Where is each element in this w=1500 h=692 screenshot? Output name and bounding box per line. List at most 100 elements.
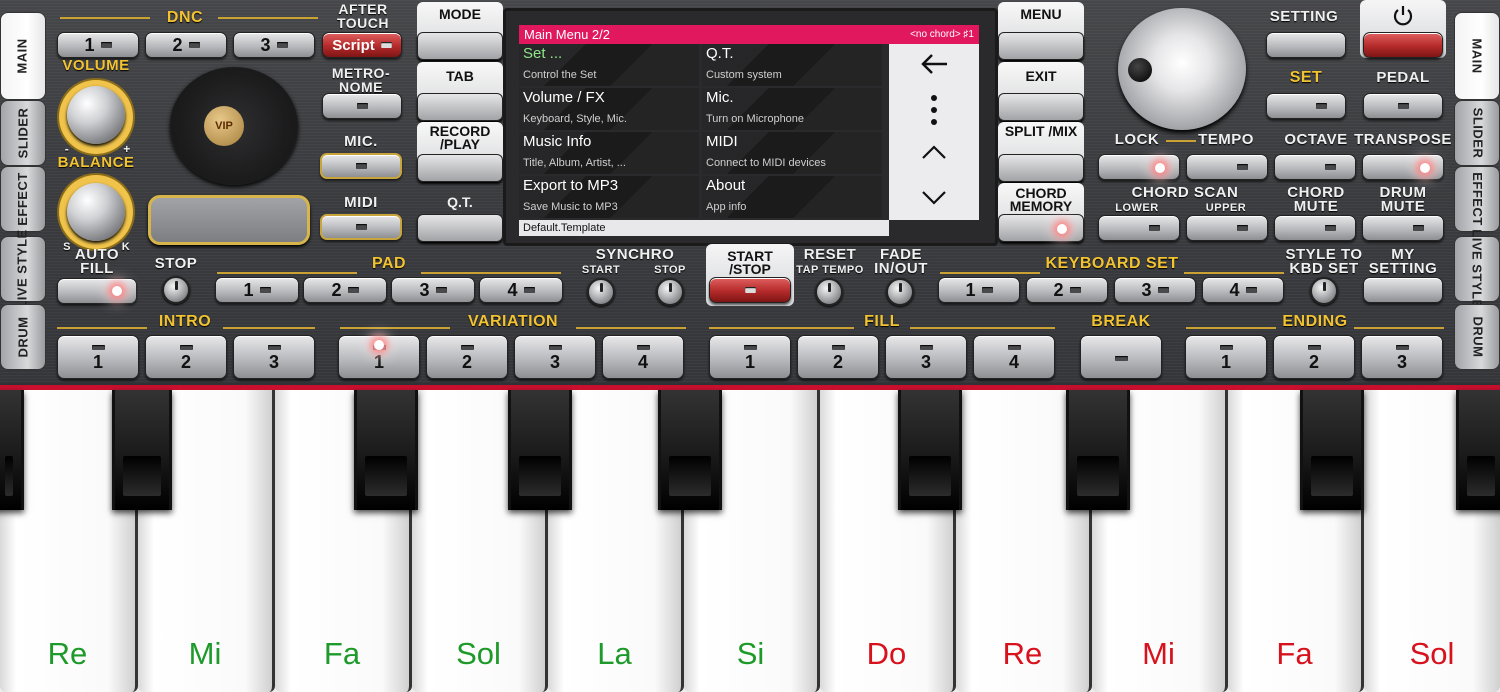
setting-label: SETTING — [1269, 8, 1339, 25]
tempo-button[interactable] — [1186, 154, 1268, 180]
power-button[interactable] — [1363, 32, 1443, 58]
menu-item-about[interactable]: About App info — [702, 176, 882, 218]
tab-live-style-right[interactable]: LIVE STYLE — [1454, 229, 1500, 309]
intro-3-button[interactable]: 3 — [233, 335, 315, 379]
indicator — [1315, 103, 1327, 109]
ending-1-button[interactable]: 1 — [1185, 335, 1267, 379]
menu-item-music-info[interactable]: Music Info Title, Album, Artist, ... — [519, 132, 699, 174]
qt-button[interactable] — [417, 214, 503, 242]
my-setting-button[interactable] — [1363, 277, 1443, 303]
led-glow — [1420, 163, 1430, 173]
piano-key-black[interactable] — [0, 390, 24, 510]
kbd-set-3-button[interactable]: 3 — [1114, 277, 1196, 303]
pedal-button[interactable] — [1363, 93, 1443, 119]
variation-4-button[interactable]: 4 — [602, 335, 684, 379]
tab-drum-left[interactable]: DRUM — [0, 304, 46, 370]
fill-4-button[interactable]: 4 — [973, 335, 1055, 379]
fill-2-button[interactable]: 2 — [797, 335, 879, 379]
dnc-1-button[interactable]: 1 — [57, 32, 139, 58]
tab-effect-left[interactable]: EFFECT — [0, 166, 46, 232]
menu-item-export-mp3[interactable]: Export to MP3 Save Music to MP3 — [519, 176, 699, 218]
tab-effect-right[interactable]: EFFECT — [1454, 166, 1500, 232]
piano-key-black[interactable] — [658, 390, 722, 510]
record-play-button[interactable] — [417, 154, 503, 182]
pad-3-button[interactable]: 3 — [391, 277, 475, 303]
piano-key-black[interactable] — [1456, 390, 1500, 510]
tab-slider-left[interactable]: SLIDER — [0, 100, 46, 166]
menu-item-volume-fx[interactable]: Volume / FX Keyboard, Style, Mic. — [519, 88, 699, 130]
fade-knob[interactable] — [886, 278, 914, 306]
tab-main-right[interactable]: MAIN — [1454, 12, 1500, 100]
piano-key-black[interactable] — [1300, 390, 1364, 510]
piano-key-black[interactable] — [1066, 390, 1130, 510]
break-button[interactable] — [1080, 335, 1162, 379]
synchro-start-knob[interactable] — [587, 278, 615, 306]
style-to-kbd-knob[interactable] — [1310, 277, 1338, 305]
chord-scan-upper-button[interactable] — [1186, 215, 1268, 241]
pad-1-button[interactable]: 1 — [215, 277, 299, 303]
transpose-button[interactable] — [1362, 154, 1444, 180]
ending-3-button[interactable]: 3 — [1361, 335, 1443, 379]
mic-button[interactable] — [320, 153, 402, 179]
tab-button[interactable] — [417, 93, 503, 121]
dnc-3-button[interactable]: 3 — [233, 32, 315, 58]
variation-2-button[interactable]: 2 — [426, 335, 508, 379]
piano-key-black[interactable] — [508, 390, 572, 510]
fill-3-button[interactable]: 3 — [885, 335, 967, 379]
kbd-set-1-button[interactable]: 1 — [938, 277, 1020, 303]
menu-item-set[interactable]: Set ... Control the Set — [519, 44, 699, 86]
stop-knob[interactable] — [162, 276, 190, 304]
menu-item-midi[interactable]: MIDI Connect to MIDI devices — [702, 132, 882, 174]
metronome-button[interactable] — [322, 93, 402, 119]
chord-memory-button[interactable] — [998, 214, 1084, 242]
setting-button[interactable] — [1266, 32, 1346, 58]
piano-key-black[interactable] — [112, 390, 172, 510]
chevron-up-icon[interactable] — [889, 144, 979, 160]
menu-item-qt[interactable]: Q.T. Custom system — [702, 44, 882, 86]
drum-mute-button[interactable] — [1362, 215, 1444, 241]
midi-button[interactable] — [320, 214, 402, 240]
pad-4-button[interactable]: 4 — [479, 277, 563, 303]
volume-knob[interactable] — [67, 86, 125, 144]
set-button[interactable] — [1266, 93, 1346, 119]
synchro-stop-knob[interactable] — [656, 278, 684, 306]
chord-mute-button[interactable] — [1274, 215, 1356, 241]
script-button[interactable]: Script — [322, 32, 402, 58]
balance-knob[interactable] — [67, 183, 125, 241]
more-vertical-icon[interactable] — [889, 94, 979, 126]
divider — [940, 272, 1040, 274]
chevron-down-icon[interactable] — [889, 190, 979, 206]
intro-1-button[interactable]: 1 — [57, 335, 139, 379]
split-mix-button[interactable] — [998, 154, 1084, 182]
intro-2-button[interactable]: 2 — [145, 335, 227, 379]
divider — [223, 327, 315, 329]
dnc-2-button[interactable]: 2 — [145, 32, 227, 58]
pad-2-button[interactable]: 2 — [303, 277, 387, 303]
auto-fill-button[interactable] — [57, 278, 137, 304]
tab-label: SLIDER — [15, 107, 31, 159]
piano-key-black[interactable] — [898, 390, 962, 510]
tab-drum-right[interactable]: DRUM — [1454, 304, 1500, 370]
kbd-set-2-button[interactable]: 2 — [1026, 277, 1108, 303]
octave-button[interactable] — [1274, 154, 1356, 180]
menu-button[interactable] — [998, 32, 1084, 60]
piano-key-black[interactable] — [354, 390, 418, 510]
back-arrow-icon[interactable] — [889, 52, 979, 76]
menu-item-mic[interactable]: Mic. Turn on Microphone — [702, 88, 882, 130]
kbd-set-4-button[interactable]: 4 — [1202, 277, 1284, 303]
tab-live-style-left[interactable]: LIVE STYLE — [0, 229, 46, 309]
fill-1-button[interactable]: 1 — [709, 335, 791, 379]
tab-slider-right[interactable]: SLIDER — [1454, 100, 1500, 166]
start-stop-button[interactable] — [709, 277, 791, 303]
ending-2-button[interactable]: 2 — [1273, 335, 1355, 379]
reset-knob[interactable] — [815, 278, 843, 306]
variation-3-button[interactable]: 3 — [514, 335, 596, 379]
mode-button[interactable] — [417, 32, 503, 60]
tab-main-left[interactable]: MAIN — [0, 12, 46, 100]
exit-button[interactable] — [998, 93, 1084, 121]
note-label: Fa — [323, 636, 361, 671]
lock-button[interactable] — [1098, 154, 1180, 180]
pitch-pad[interactable] — [148, 195, 310, 245]
chord-scan-lower-button[interactable] — [1098, 215, 1180, 241]
button-label: 2 — [832, 351, 843, 372]
